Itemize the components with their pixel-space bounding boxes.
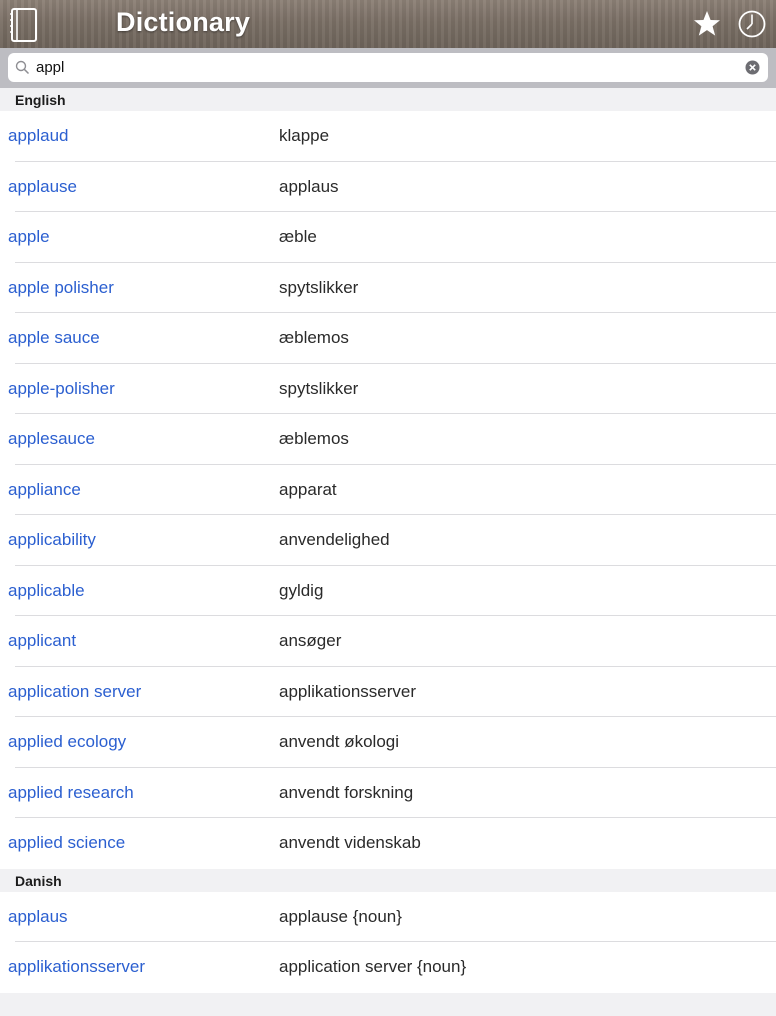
term-link[interactable]: applesauce <box>8 429 95 449</box>
result-row[interactable]: applicable gyldig <box>0 565 776 616</box>
term-link[interactable]: appliance <box>8 480 81 500</box>
result-row[interactable]: apple sauce æblemos <box>0 313 776 364</box>
result-row[interactable]: application server applikationsserver <box>0 666 776 717</box>
result-row[interactable]: applaud klappe <box>0 111 776 162</box>
term-link[interactable]: applikationsserver <box>8 957 145 977</box>
translation-text: applikationsserver <box>279 681 417 701</box>
term-link[interactable]: applied science <box>8 833 125 853</box>
translation-text: spytslikker <box>279 378 359 398</box>
term-link[interactable]: apple polisher <box>8 278 114 298</box>
term-link[interactable]: application server <box>8 682 141 702</box>
search-bar <box>0 48 776 88</box>
translation-text: æble <box>279 227 317 246</box>
translation-text: applaus <box>279 176 339 196</box>
search-icon <box>15 60 30 75</box>
section-header-partial <box>0 992 776 1016</box>
term-link[interactable]: applicant <box>8 631 76 651</box>
translation-text: anvendelighed <box>279 530 390 549</box>
translation-text: anvendt økologi <box>279 732 400 751</box>
result-row[interactable]: applied ecology anvendt økologi <box>0 717 776 768</box>
translation-text: spytslikker <box>279 277 359 297</box>
search-field[interactable] <box>8 53 768 82</box>
result-row[interactable]: applause applaus <box>0 161 776 212</box>
section-title: English <box>15 92 66 108</box>
result-row[interactable]: applikationsserver application server {n… <box>0 942 776 993</box>
search-input[interactable] <box>36 56 736 79</box>
result-row[interactable]: applied research anvendt forskning <box>0 767 776 818</box>
translation-text: anvendt videnskab <box>279 833 421 852</box>
term-link[interactable]: applicability <box>8 530 96 550</box>
result-row[interactable]: applaus applause {noun} <box>0 891 776 942</box>
term-link[interactable]: applause <box>8 177 77 197</box>
section-header-english: English <box>0 88 776 111</box>
title-bar: Dictionary <box>0 0 776 48</box>
result-row[interactable]: applicant ansøger <box>0 616 776 667</box>
term-link[interactable]: applied ecology <box>8 732 126 752</box>
translation-text: anvendt forskning <box>279 782 414 802</box>
app-title: Dictionary <box>116 7 251 37</box>
clock-icon[interactable] <box>737 9 767 39</box>
result-row[interactable]: apple polisher spytslikker <box>0 262 776 313</box>
result-row[interactable]: applicability anvendelighed <box>0 515 776 566</box>
term-link[interactable]: applied research <box>8 783 134 803</box>
result-row[interactable]: apple-polisher spytslikker <box>0 363 776 414</box>
translation-text: ansøger <box>279 631 342 650</box>
section-title: Danish <box>15 872 62 889</box>
translation-text: æblemos <box>279 328 349 347</box>
book-icon[interactable] <box>10 8 38 42</box>
results-list: English applaud klappe applause applaus … <box>0 88 776 1016</box>
translation-text: applause {noun} <box>279 906 402 926</box>
result-row[interactable]: applied science anvendt videnskab <box>0 818 776 869</box>
term-link[interactable]: applaus <box>8 907 68 927</box>
term-link[interactable]: apple-polisher <box>8 379 115 399</box>
translation-text: gyldig <box>279 580 324 600</box>
translation-text: klappe <box>279 126 330 145</box>
term-link[interactable]: apple sauce <box>8 328 100 348</box>
clear-icon[interactable] <box>745 60 760 75</box>
term-link[interactable]: applicable <box>8 581 85 601</box>
result-row[interactable]: apple æble <box>0 212 776 263</box>
section-header-danish: Danish <box>0 868 776 892</box>
result-row[interactable]: appliance apparat <box>0 464 776 515</box>
star-icon[interactable] <box>692 9 722 39</box>
result-row[interactable]: applesauce æblemos <box>0 414 776 465</box>
translation-text: apparat <box>279 479 337 499</box>
translation-text: æblemos <box>279 429 349 448</box>
translation-text: application server {noun} <box>279 957 467 976</box>
term-link[interactable]: apple <box>8 227 50 247</box>
term-link[interactable]: applaud <box>8 126 69 146</box>
